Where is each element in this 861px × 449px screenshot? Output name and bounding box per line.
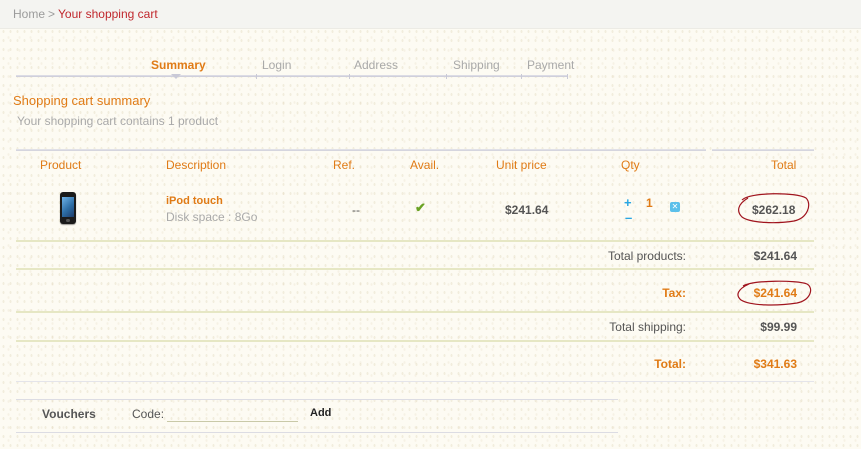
ipod-touch-image[interactable]: [60, 192, 76, 224]
product-ref: --: [352, 203, 360, 217]
table-bottom-rule: [16, 381, 814, 382]
step-divider: [567, 74, 568, 79]
header-ref: Ref.: [333, 158, 356, 172]
checkout-steps: Summary Login Address Shipping Payment: [16, 56, 574, 79]
header-description: Description: [166, 158, 227, 172]
add-voucher-button[interactable]: Add: [310, 407, 331, 419]
row-divider: [16, 240, 814, 242]
total-products-value: $241.64: [753, 249, 797, 263]
header-product: Product: [40, 158, 82, 172]
product-unit-price: $241.64: [505, 203, 549, 217]
row-divider: [16, 340, 814, 342]
vouchers-bottom-rule: [16, 432, 618, 433]
step-divider: [446, 74, 447, 79]
header-total: Total: [771, 158, 797, 172]
product-name-link[interactable]: iPod touch: [166, 195, 223, 207]
breadcrumb-bar: Home > Your shopping cart: [0, 0, 861, 29]
phone-screen: [62, 197, 74, 217]
step-login: Login: [262, 58, 292, 72]
cart-product-count: Your shopping cart contains 1 product: [17, 114, 219, 128]
grand-total-label: Total:: [654, 357, 686, 371]
qty-value: 1: [646, 196, 653, 210]
table-top-rule: [16, 149, 706, 151]
voucher-code-input[interactable]: [167, 405, 298, 422]
breadcrumb-current: Your shopping cart: [58, 7, 158, 21]
step-summary: Summary: [151, 58, 206, 72]
vouchers-title: Vouchers: [42, 407, 96, 421]
step-shipping: Shipping: [453, 58, 500, 72]
grand-total-value: $341.63: [753, 357, 797, 371]
header-qty: Qty: [621, 158, 640, 172]
active-step-pointer: [171, 74, 181, 79]
delete-item-icon[interactable]: ✕: [670, 202, 680, 212]
breadcrumb-separator: >: [48, 7, 56, 21]
step-address: Address: [354, 58, 399, 72]
header-unit-price: Unit price: [496, 158, 547, 172]
table-top-rule: [712, 149, 814, 151]
phone-home-button: [66, 219, 70, 222]
product-description: Disk space : 8Go: [166, 210, 258, 224]
vouchers-top-rule: [16, 399, 618, 400]
step-divider: [256, 74, 257, 79]
breadcrumb: Home > Your shopping cart: [13, 7, 158, 21]
total-shipping-label: Total shipping:: [609, 320, 686, 334]
step-payment: Payment: [527, 58, 575, 72]
row-divider: [16, 311, 814, 313]
total-products-label: Total products:: [607, 249, 686, 263]
tax-value: $241.64: [753, 286, 797, 300]
voucher-code-label: Code:: [132, 407, 165, 421]
step-divider: [349, 74, 350, 79]
checkmark-icon: ✔: [415, 200, 426, 215]
total-shipping-value: $99.99: [760, 320, 797, 334]
qty-decrease-button[interactable]: –: [625, 211, 632, 225]
cart-summary-title: Shopping cart summary: [13, 93, 151, 108]
header-avail: Avail.: [410, 158, 440, 172]
step-divider: [521, 74, 522, 79]
row-divider: [16, 268, 814, 270]
qty-increase-button[interactable]: +: [624, 196, 632, 210]
product-total: $262.18: [752, 203, 796, 217]
tax-label: Tax:: [662, 286, 686, 300]
steps-progress-line: [16, 75, 568, 77]
breadcrumb-home-link[interactable]: Home: [13, 7, 45, 21]
